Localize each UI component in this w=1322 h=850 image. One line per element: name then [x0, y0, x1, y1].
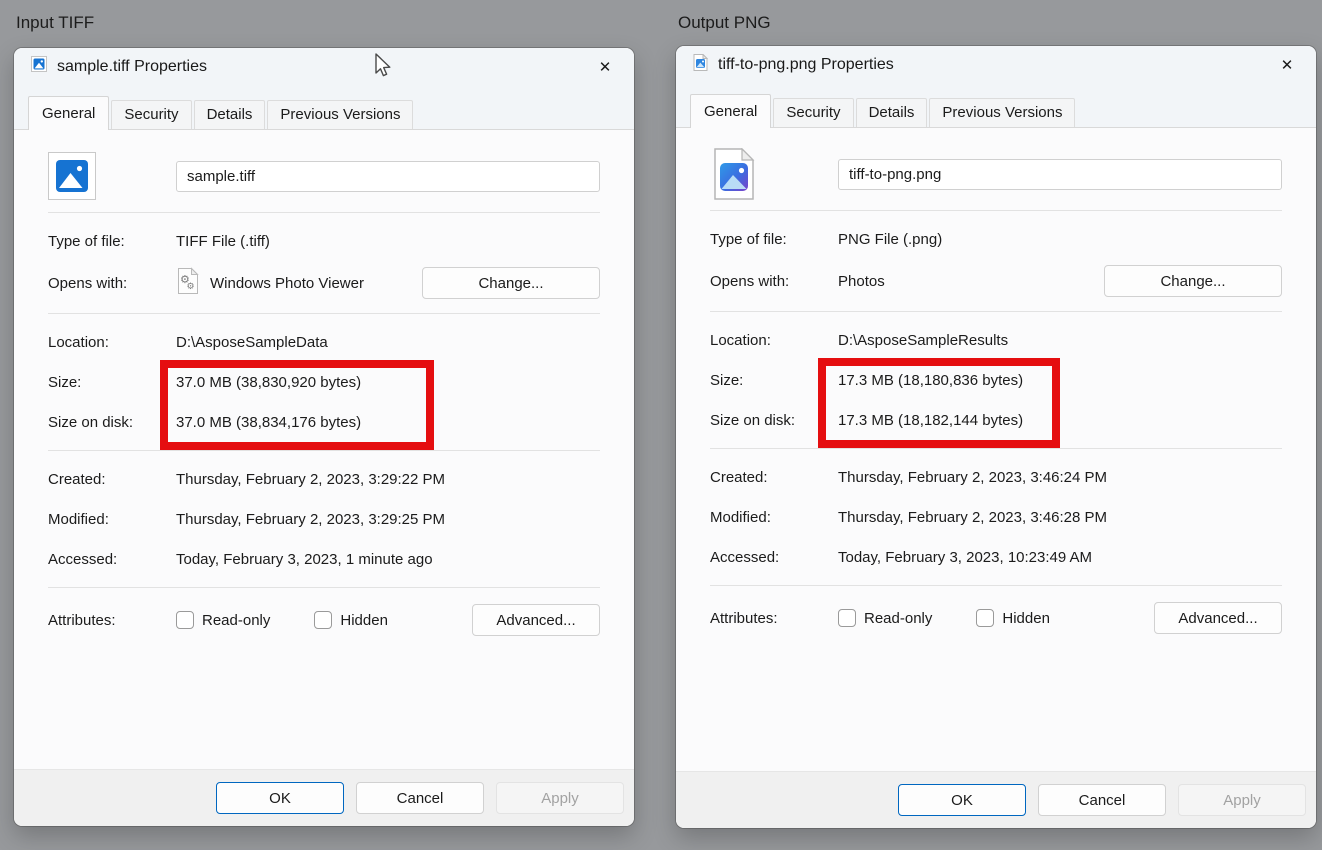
hidden-label: Hidden: [340, 612, 388, 629]
modified-value: Thursday, February 2, 2023, 3:46:28 PM: [838, 509, 1107, 526]
location-value: D:\AsposeSampleData: [176, 334, 328, 351]
attributes-label: Attributes:: [710, 610, 838, 627]
properties-dialog-tiff: sample.tiff Properties ✕ General Securit…: [14, 48, 634, 826]
mouse-cursor: [372, 53, 394, 84]
size-on-disk-label: Size on disk:: [48, 414, 176, 431]
tab-strip: General Security Details Previous Versio…: [676, 83, 1316, 127]
size-label: Size:: [710, 372, 838, 389]
filename-input[interactable]: [838, 159, 1282, 190]
titlebar[interactable]: sample.tiff Properties ✕: [14, 48, 634, 85]
application-gears-document-icon: ⚙ ⚙: [176, 267, 200, 299]
created-value: Thursday, February 2, 2023, 3:46:24 PM: [838, 469, 1107, 486]
tab-previous-versions[interactable]: Previous Versions: [267, 100, 413, 129]
type-of-file-label: Type of file:: [710, 231, 838, 248]
read-only-label: Read-only: [864, 610, 932, 627]
location-label: Location:: [710, 332, 838, 349]
accessed-value: Today, February 3, 2023, 10:23:49 AM: [838, 549, 1092, 566]
hidden-checkbox[interactable]: [314, 611, 332, 629]
modified-label: Modified:: [48, 511, 176, 528]
titlebar[interactable]: tiff-to-png.png Properties ✕: [676, 46, 1316, 83]
location-label: Location:: [48, 334, 176, 351]
size-on-disk-value: 37.0 MB (38,834,176 bytes): [176, 414, 361, 431]
cancel-button[interactable]: Cancel: [356, 782, 484, 814]
png-image-document-icon: [710, 150, 758, 198]
read-only-checkbox[interactable]: [176, 611, 194, 629]
size-value: 37.0 MB (38,830,920 bytes): [176, 374, 361, 391]
hidden-checkbox[interactable]: [976, 609, 994, 627]
accessed-label: Accessed:: [48, 551, 176, 568]
accessed-value: Today, February 3, 2023, 1 minute ago: [176, 551, 433, 568]
attributes-label: Attributes:: [48, 612, 176, 629]
advanced-button[interactable]: Advanced...: [472, 604, 600, 636]
dialog-footer: OK Cancel Apply: [14, 770, 634, 826]
read-only-checkbox[interactable]: [838, 609, 856, 627]
opens-with-label: Opens with:: [710, 273, 838, 290]
opens-with-value: Photos: [838, 273, 885, 290]
type-of-file-label: Type of file:: [48, 233, 176, 250]
read-only-label: Read-only: [202, 612, 270, 629]
tab-strip: General Security Details Previous Versio…: [14, 85, 634, 129]
size-on-disk-label: Size on disk:: [710, 412, 838, 429]
created-label: Created:: [710, 469, 838, 486]
type-of-file-value: TIFF File (.tiff): [176, 233, 270, 250]
close-icon[interactable]: ✕: [1274, 52, 1300, 78]
cancel-button[interactable]: Cancel: [1038, 784, 1166, 816]
created-value: Thursday, February 2, 2023, 3:29:22 PM: [176, 471, 445, 488]
type-of-file-value: PNG File (.png): [838, 231, 942, 248]
png-file-icon-small: [693, 54, 708, 76]
size-value: 17.3 MB (18,180,836 bytes): [838, 372, 1023, 389]
advanced-button[interactable]: Advanced...: [1154, 602, 1282, 634]
ok-button[interactable]: OK: [216, 782, 344, 814]
tab-security[interactable]: Security: [111, 100, 191, 129]
window-title: sample.tiff Properties: [57, 58, 207, 76]
modified-label: Modified:: [710, 509, 838, 526]
modified-value: Thursday, February 2, 2023, 3:29:25 PM: [176, 511, 445, 528]
close-icon[interactable]: ✕: [592, 54, 618, 80]
tab-general[interactable]: General: [28, 96, 109, 130]
change-button[interactable]: Change...: [1104, 265, 1282, 297]
tab-previous-versions[interactable]: Previous Versions: [929, 98, 1075, 127]
size-on-disk-value: 17.3 MB (18,182,144 bytes): [838, 412, 1023, 429]
hidden-label: Hidden: [1002, 610, 1050, 627]
opens-with-label: Opens with:: [48, 275, 176, 292]
accessed-label: Accessed:: [710, 549, 838, 566]
tab-details[interactable]: Details: [856, 98, 928, 127]
size-label: Size:: [48, 374, 176, 391]
dialog-footer: OK Cancel Apply: [676, 772, 1316, 828]
properties-dialog-png: tiff-to-png.png Properties ✕ General Sec…: [676, 46, 1316, 828]
tab-general[interactable]: General: [690, 94, 771, 128]
filename-input[interactable]: [176, 161, 600, 192]
apply-button[interactable]: Apply: [496, 782, 624, 814]
general-tab-page: Type of file: PNG File (.png) Opens with…: [676, 127, 1316, 772]
tab-security[interactable]: Security: [773, 98, 853, 127]
tiff-file-icon-small: [31, 56, 47, 77]
window-title: tiff-to-png.png Properties: [718, 56, 894, 74]
apply-button[interactable]: Apply: [1178, 784, 1306, 816]
tiff-image-icon: [48, 152, 96, 200]
svg-text:⚙: ⚙: [187, 282, 195, 292]
location-value: D:\AsposeSampleResults: [838, 332, 1008, 349]
right-annotation-label: Output PNG: [678, 13, 771, 33]
created-label: Created:: [48, 471, 176, 488]
opens-with-value: Windows Photo Viewer: [210, 275, 364, 292]
general-tab-page: Type of file: TIFF File (.tiff) Opens wi…: [14, 129, 634, 770]
ok-button[interactable]: OK: [898, 784, 1026, 816]
change-button[interactable]: Change...: [422, 267, 600, 299]
tab-details[interactable]: Details: [194, 100, 266, 129]
left-annotation-label: Input TIFF: [16, 13, 94, 33]
